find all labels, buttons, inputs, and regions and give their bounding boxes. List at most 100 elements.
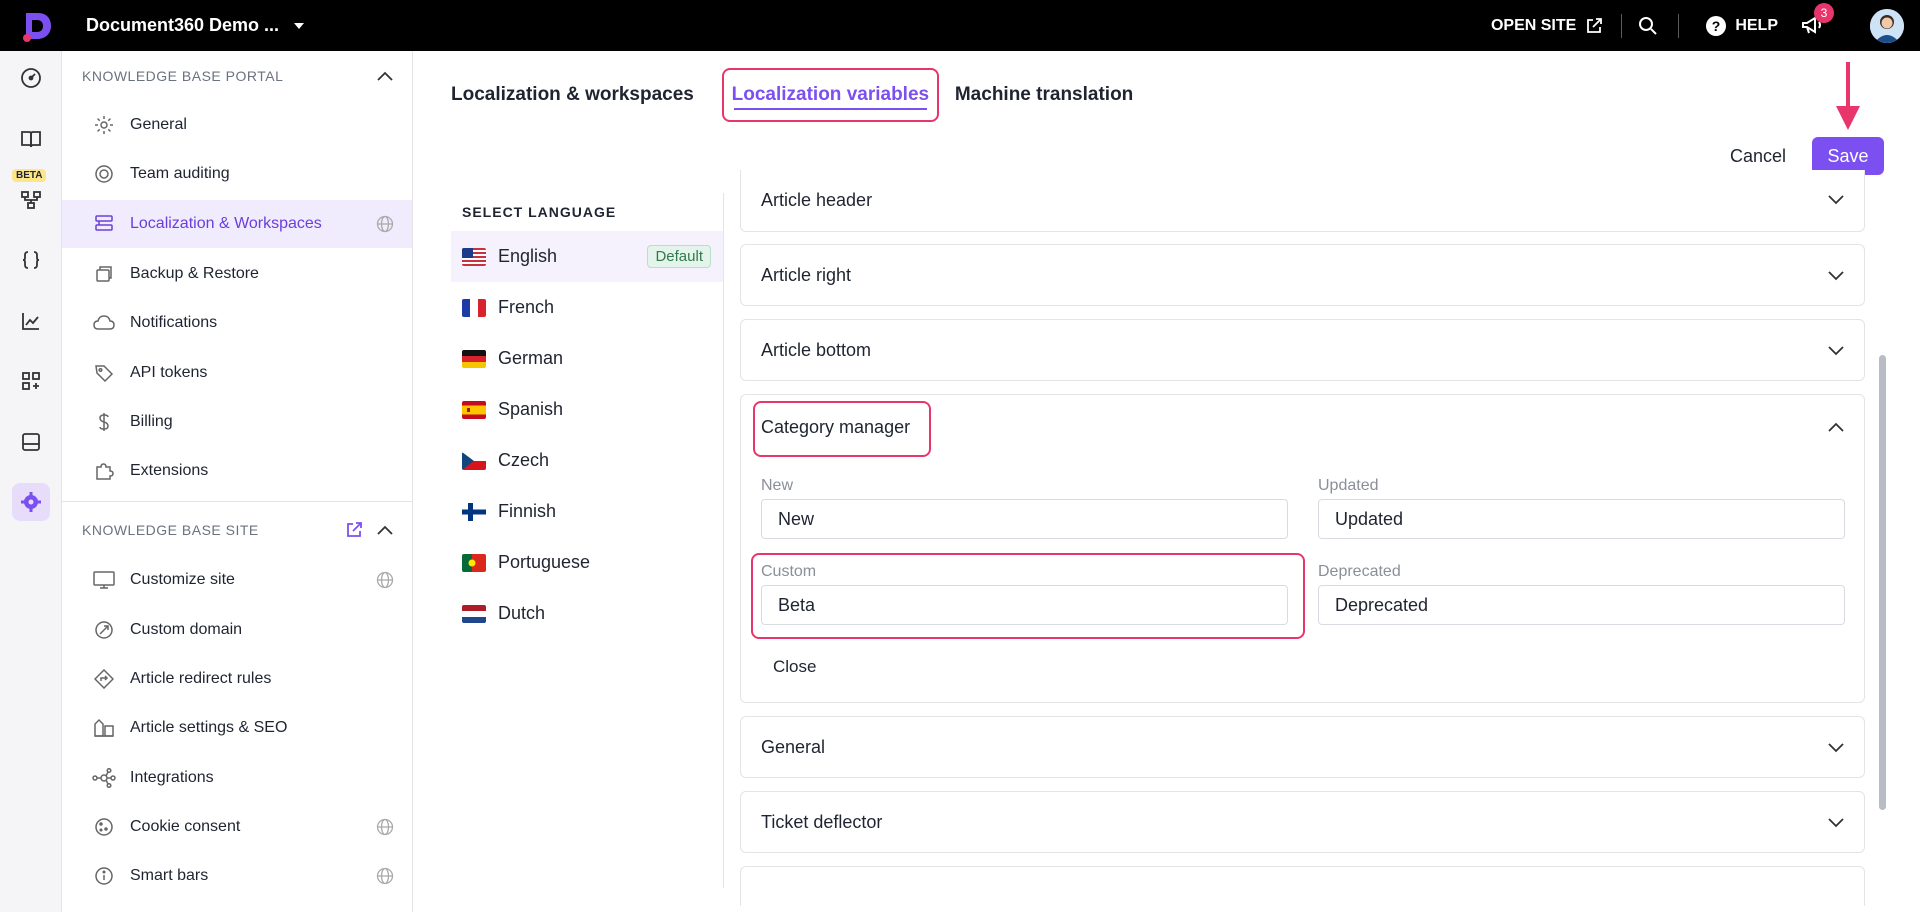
sidebar-item-general[interactable]: General bbox=[62, 101, 412, 149]
section-title[interactable]: Category manager bbox=[761, 417, 910, 438]
close-button[interactable]: Close bbox=[773, 657, 816, 677]
language-name: Portuguese bbox=[498, 552, 591, 572]
document360-logo[interactable] bbox=[18, 7, 56, 45]
tab-localization-variables[interactable]: Localization variables bbox=[732, 84, 929, 106]
deprecated-field[interactable] bbox=[1318, 585, 1845, 625]
sidebar-item-localization[interactable]: Localization & Workspaces bbox=[62, 200, 412, 248]
help-button[interactable]: ? HELP bbox=[1705, 15, 1778, 37]
user-avatar[interactable] bbox=[1870, 8, 1904, 43]
accordion-next-section[interactable] bbox=[740, 866, 1865, 906]
search-button[interactable] bbox=[1638, 16, 1658, 36]
help-label: HELP bbox=[1735, 16, 1778, 34]
sidebar-item-article-seo[interactable]: Article settings & SEO bbox=[62, 704, 412, 752]
language-item-french[interactable]: French bbox=[451, 282, 723, 333]
book-icon bbox=[21, 131, 41, 148]
language-item-finnish[interactable]: Finnish bbox=[451, 486, 723, 537]
chevron-up-icon[interactable] bbox=[377, 71, 393, 81]
sidebar-item-billing[interactable]: Billing bbox=[62, 398, 412, 446]
sidebar-item-label: Notifications bbox=[130, 314, 218, 331]
updated-field[interactable] bbox=[1318, 499, 1845, 539]
sidebar-item-cookie-consent[interactable]: Cookie consent bbox=[62, 803, 412, 851]
cloud-bell-icon bbox=[92, 311, 116, 335]
announcements-button[interactable]: 3 bbox=[1800, 2, 1834, 39]
language-name: Finnish bbox=[498, 501, 557, 521]
chevron-down-icon[interactable] bbox=[1828, 271, 1844, 281]
language-name: English bbox=[498, 246, 558, 266]
rail-workflow[interactable] bbox=[12, 181, 50, 219]
language-item-portuguese[interactable]: Portuguese bbox=[451, 537, 723, 588]
accordion-article-bottom[interactable]: Article bottom bbox=[740, 319, 1865, 381]
chevron-down-icon[interactable] bbox=[1828, 743, 1844, 753]
sidebar-item-extensions[interactable]: Extensions bbox=[62, 447, 412, 495]
chevron-down-icon[interactable] bbox=[1828, 818, 1844, 828]
rail-analytics[interactable] bbox=[12, 302, 50, 340]
sidebar-item-notifications[interactable]: Notifications bbox=[62, 299, 412, 347]
analytics-icon bbox=[22, 313, 39, 330]
globe-icon bbox=[376, 571, 394, 589]
external-link-icon[interactable] bbox=[345, 521, 363, 539]
portugal-flag-icon bbox=[462, 553, 486, 572]
accordion-ticket-deflector[interactable]: Ticket deflector bbox=[740, 791, 1865, 853]
netherlands-flag-icon bbox=[462, 604, 486, 623]
sidebar-item-label: Article settings & SEO bbox=[130, 719, 288, 736]
rail-settings[interactable] bbox=[12, 483, 50, 521]
accordion-article-header[interactable]: Article header bbox=[740, 170, 1865, 232]
sidebar-item-integrations[interactable]: Integrations bbox=[62, 754, 412, 802]
tab-localization-variables-highlight: Localization variables bbox=[721, 68, 939, 122]
sidebar-item-team-auditing[interactable]: Team auditing bbox=[62, 150, 412, 198]
project-switcher[interactable]: Document360 Demo ... bbox=[86, 15, 305, 36]
settings-sidebar: KNOWLEDGE BASE PORTAL General Team audit… bbox=[62, 51, 413, 912]
sidebar-item-label: Custom domain bbox=[130, 621, 243, 638]
language-item-german[interactable]: German bbox=[451, 333, 723, 384]
czech-flag-icon bbox=[462, 451, 486, 470]
france-flag-icon bbox=[462, 298, 486, 317]
chevron-down-icon[interactable] bbox=[1828, 195, 1844, 205]
open-site-link[interactable]: OPEN SITE bbox=[1491, 17, 1603, 35]
sidebar-item-article-redirect[interactable]: Article redirect rules bbox=[62, 655, 412, 703]
sidebar-item-smart-bars[interactable]: Smart bars bbox=[62, 852, 412, 900]
sidebar-item-label: Smart bars bbox=[130, 867, 209, 884]
rail-documentation[interactable] bbox=[12, 120, 50, 158]
tab-machine-translation[interactable]: Machine translation bbox=[955, 84, 1133, 106]
rail-api[interactable] bbox=[12, 241, 50, 279]
new-field[interactable] bbox=[761, 499, 1288, 539]
site-heading-label: KNOWLEDGE BASE SITE bbox=[82, 522, 259, 538]
language-item-english[interactable]: English Default bbox=[451, 231, 723, 282]
arrow-down-icon bbox=[1836, 62, 1860, 130]
sidebar-item-api-tokens[interactable]: API tokens bbox=[62, 349, 412, 397]
custom-field[interactable] bbox=[761, 585, 1288, 625]
language-panel: SELECT LANGUAGE English Default French G… bbox=[451, 193, 724, 888]
chevron-up-icon[interactable] bbox=[377, 525, 393, 535]
germany-flag-icon bbox=[462, 349, 486, 368]
chevron-down-icon[interactable] bbox=[1828, 346, 1844, 356]
language-item-spanish[interactable]: Spanish bbox=[451, 384, 723, 435]
divider bbox=[1678, 13, 1680, 38]
chevron-up-icon[interactable] bbox=[1828, 422, 1844, 432]
deprecated-field-label: Deprecated bbox=[1318, 563, 1401, 580]
language-item-dutch[interactable]: Dutch bbox=[451, 588, 723, 639]
sidebar-item-label: Team auditing bbox=[130, 165, 230, 182]
top-bar: Document360 Demo ... OPEN SITE ? HELP 3 bbox=[0, 0, 1920, 51]
workflow-icon bbox=[21, 191, 41, 209]
section-title: Article bottom bbox=[761, 340, 872, 360]
sidebar-item-customize-site[interactable]: Customize site bbox=[62, 556, 412, 604]
external-link-icon bbox=[1587, 17, 1603, 33]
braces-icon bbox=[22, 251, 40, 269]
accordion-general[interactable]: General bbox=[740, 716, 1865, 778]
seo-icon bbox=[92, 716, 116, 740]
accordion-article-right[interactable]: Article right bbox=[740, 244, 1865, 306]
drive-icon bbox=[22, 433, 40, 451]
content-scrollbar[interactable] bbox=[1879, 355, 1886, 810]
language-item-czech[interactable]: Czech bbox=[451, 435, 723, 486]
monitor-icon bbox=[92, 568, 116, 592]
globe-icon bbox=[376, 215, 394, 233]
sidebar-divider bbox=[62, 501, 412, 502]
rail-drive[interactable] bbox=[12, 423, 50, 461]
sidebar-item-custom-domain[interactable]: Custom domain bbox=[62, 606, 412, 654]
rail-dashboard[interactable] bbox=[12, 59, 50, 97]
rail-apps[interactable] bbox=[12, 362, 50, 400]
section-title: Article header bbox=[761, 190, 873, 210]
tag-icon bbox=[92, 361, 116, 385]
sidebar-item-backup-restore[interactable]: Backup & Restore bbox=[62, 250, 412, 298]
tab-localization-workspaces[interactable]: Localization & workspaces bbox=[451, 84, 694, 106]
